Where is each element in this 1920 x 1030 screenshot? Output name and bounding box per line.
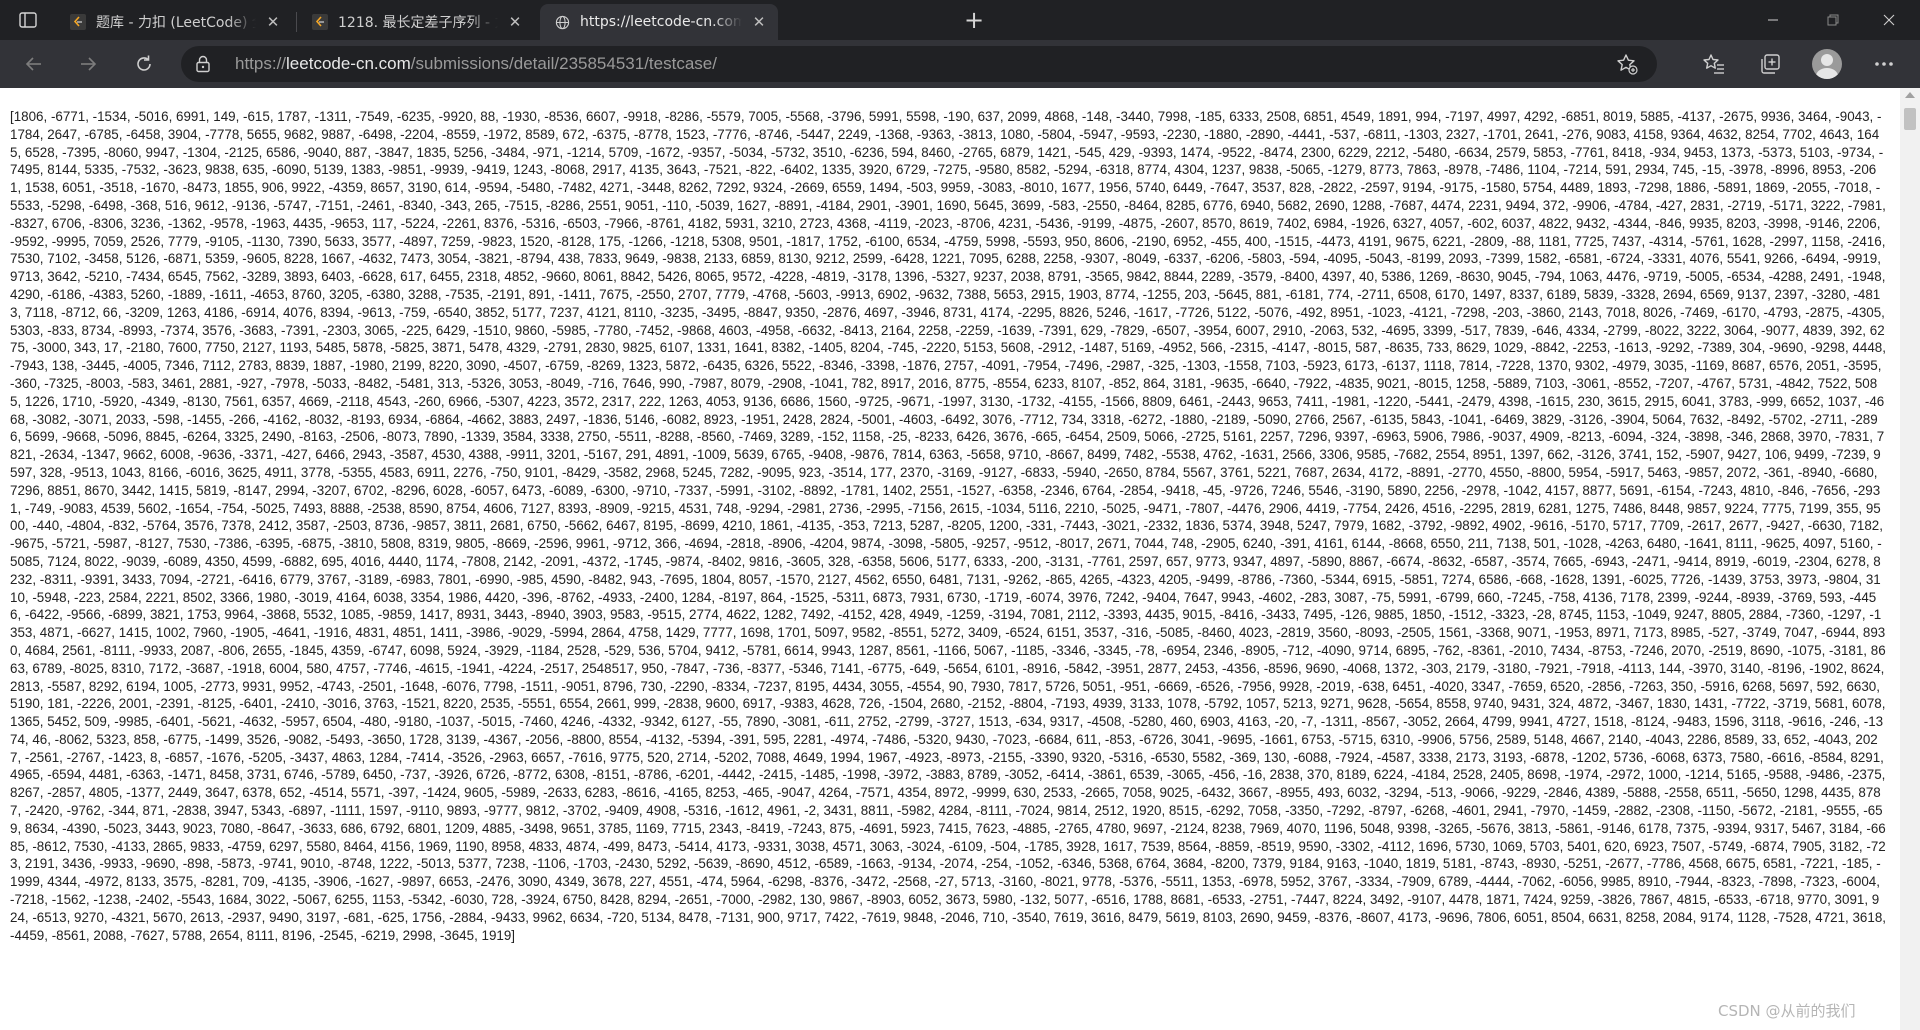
more-options-icon[interactable]: [1868, 48, 1900, 80]
tab-bar: 题库 - 力扣 (LeetCode) 全球极客挚爱的技术成长平台 ✕ 1218.…: [0, 0, 1920, 40]
tab-title: 题库 - 力扣 (LeetCode) 全球极客挚爱的技术成长平台: [96, 15, 256, 31]
vertical-scrollbar[interactable]: [1900, 88, 1920, 1030]
close-icon[interactable]: ✕: [506, 13, 524, 31]
url-text[interactable]: https://leetcode-cn.com/submissions/deta…: [235, 54, 717, 74]
testcase-text: [1806, -6771, -1534, -5016, 6991, 149, -…: [10, 109, 1890, 943]
tab-title: 1218. 最长定差子序列 - 力扣 (LeetCode): [338, 15, 498, 31]
watermark: CSDN @从前的我们: [1718, 1002, 1856, 1020]
close-icon[interactable]: ✕: [264, 13, 282, 31]
lock-icon[interactable]: [195, 55, 211, 77]
tab-testcase[interactable]: https://leetcode-cn.com/submissions/deta…: [540, 4, 778, 40]
tab-separator: [296, 12, 297, 32]
profile-avatar[interactable]: [1812, 49, 1842, 79]
restore-icon[interactable]: [1810, 0, 1856, 40]
window-close-icon[interactable]: [1866, 0, 1912, 40]
tab-title: https://leetcode-cn.com/submissions/deta…: [580, 14, 742, 30]
back-arrow-icon[interactable]: [18, 48, 50, 80]
scrollbar-thumb[interactable]: [1904, 108, 1916, 130]
collections-icon[interactable]: [1754, 48, 1786, 80]
navigation-bar: https://leetcode-cn.com/submissions/deta…: [0, 40, 1920, 88]
minimize-icon[interactable]: [1750, 0, 1796, 40]
add-favorite-icon[interactable]: [1615, 52, 1639, 80]
tab-leetcode-1218[interactable]: 1218. 最长定差子序列 - 力扣 (LeetCode) ✕: [298, 4, 534, 40]
favorites-icon[interactable]: [1698, 48, 1730, 80]
url-path: /submissions/detail/235854531/testcase/: [410, 54, 717, 73]
url-prefix: https://: [235, 54, 287, 73]
close-icon[interactable]: ✕: [750, 13, 768, 31]
leetcode-icon: [312, 14, 328, 30]
globe-icon: [554, 14, 570, 30]
forward-arrow-icon[interactable]: [72, 48, 104, 80]
new-tab-icon[interactable]: +: [960, 6, 988, 34]
tab-leetcode-problems[interactable]: 题库 - 力扣 (LeetCode) 全球极客挚爱的技术成长平台 ✕: [56, 4, 292, 40]
tab-actions-icon[interactable]: [18, 10, 38, 30]
refresh-icon[interactable]: [128, 48, 160, 80]
url-host: leetcode-cn.com: [286, 54, 411, 73]
address-bar[interactable]: https://leetcode-cn.com/submissions/deta…: [181, 46, 1657, 82]
leetcode-icon: [70, 14, 86, 30]
scroll-up-arrow-icon[interactable]: [1905, 92, 1915, 98]
page-content: [1806, -6771, -1534, -5016, 6991, 149, -…: [0, 88, 1900, 1030]
